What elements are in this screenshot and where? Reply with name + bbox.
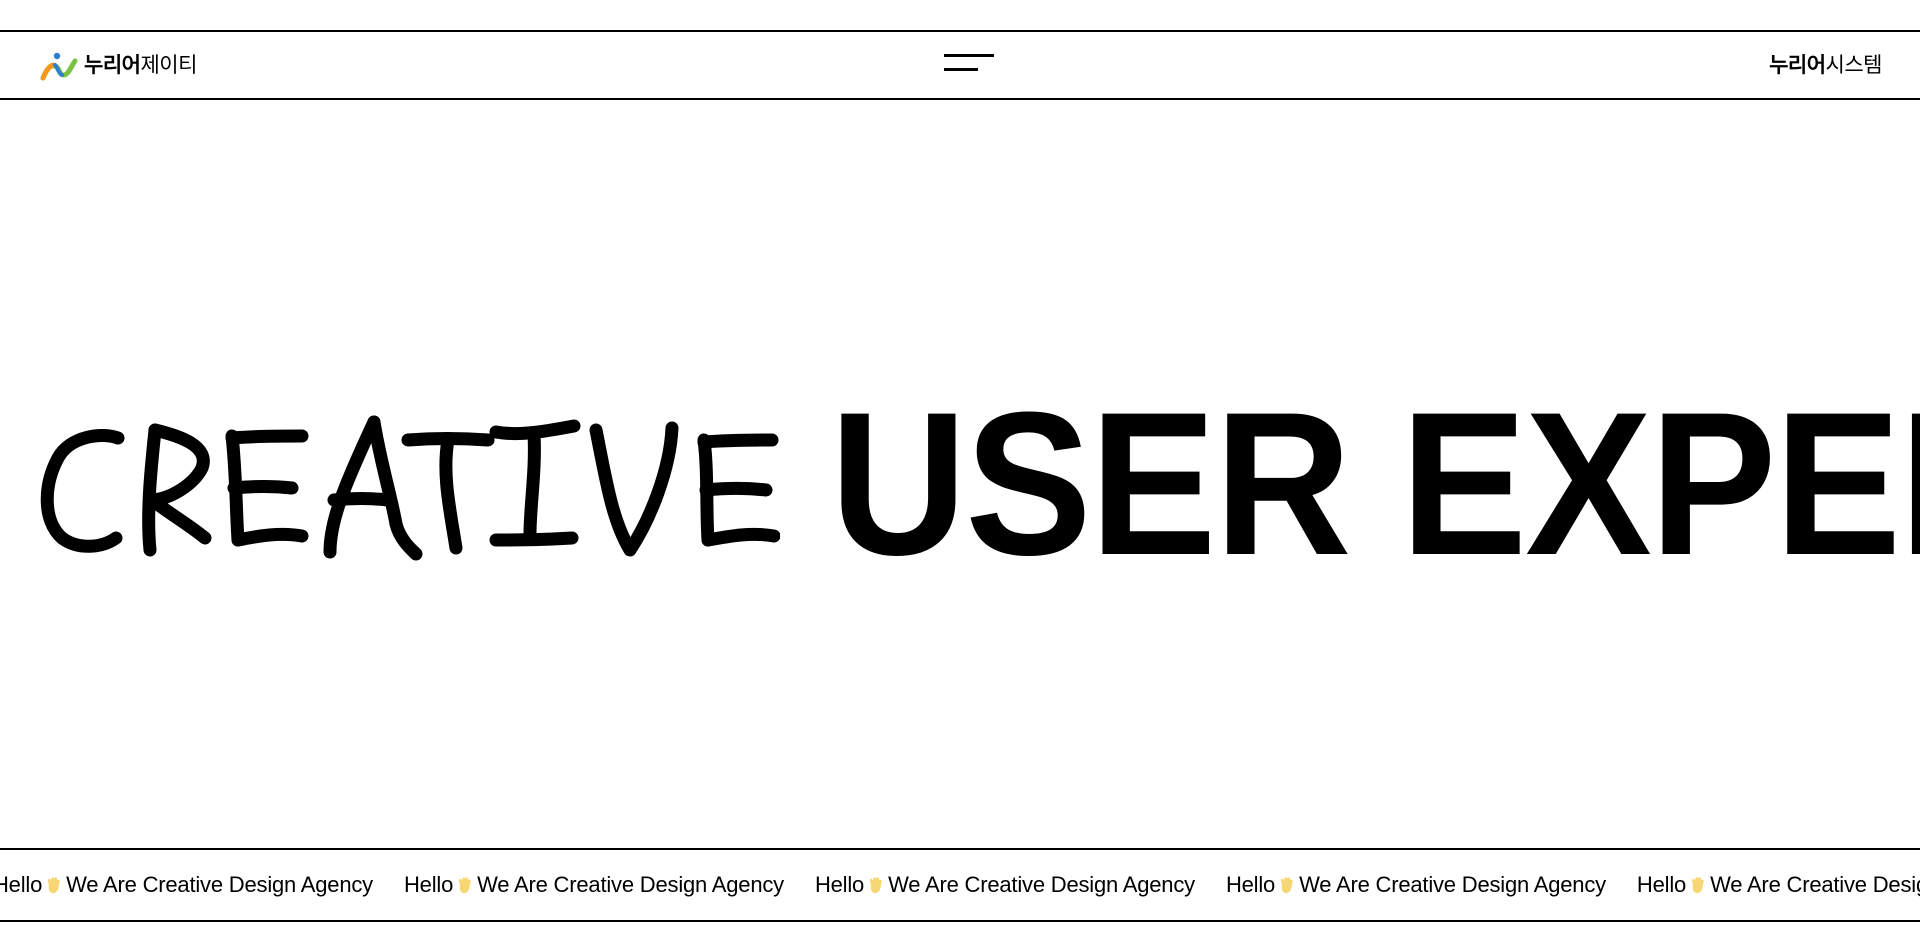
marquee-text: We Are Creative Design Agency xyxy=(1299,872,1606,897)
menu-line-bottom xyxy=(944,68,978,71)
marquee-item: Hello We Are Creative Design Agency xyxy=(815,872,1226,898)
left-brand-bold: 누리어 xyxy=(84,54,141,77)
nurier-system-link[interactable]: 누리어시스템 xyxy=(1769,51,1882,81)
marquee-text: We Are Creative Design Agency xyxy=(66,872,373,897)
waving-hand-icon xyxy=(48,877,60,894)
marquee-text: We Are Creative Design Agency xyxy=(1710,872,1920,897)
menu-line-top xyxy=(944,54,994,57)
site-header: 누리어제이티 누리어시스템 xyxy=(0,30,1920,100)
right-brand-bold: 누리어 xyxy=(1769,54,1826,77)
marquee-hello: Hello xyxy=(0,872,43,897)
marquee-item: Hello We Are Creative Design Agency xyxy=(0,872,404,898)
marquee-text: We Are Creative Design Agency xyxy=(477,872,784,897)
waving-hand-icon xyxy=(1280,877,1293,894)
marquee-item: Hello We Are Creative Design Agency xyxy=(404,872,815,898)
marquee-hello: Hello xyxy=(814,872,865,897)
marquee-banner: Hello We Are Creative Design Agency Hello W… xyxy=(0,848,1920,922)
right-brand-name: 누리어시스템 xyxy=(1769,54,1882,77)
marquee-text: We Are Creative Design Agency xyxy=(888,872,1195,897)
waving-hand-icon xyxy=(870,877,882,894)
hero-handwritten-word xyxy=(40,415,780,561)
hero-section: USER EXPERIENCE xyxy=(0,400,1920,570)
nurier-jt-logo-link[interactable]: 누리어제이티 xyxy=(40,51,197,81)
waving-hand-icon xyxy=(459,877,471,894)
menu-button[interactable] xyxy=(944,54,994,76)
left-brand-name: 누리어제이티 xyxy=(84,51,197,81)
nurier-logo-icon xyxy=(40,52,78,81)
marquee-hello: Hello xyxy=(1225,872,1276,897)
marquee-item: Hello We Are Creative Design Agency xyxy=(1637,872,1920,898)
marquee-track: Hello We Are Creative Design Agency Hello W… xyxy=(0,850,1920,920)
marquee-hello: Hello xyxy=(1636,872,1687,897)
left-brand-light: 제이티 xyxy=(140,54,197,77)
page: 누리어제이티 누리어시스템 USER EXPE ello We Are Crea… xyxy=(0,0,1920,950)
hero-headline: USER EXPERIENCE xyxy=(830,400,1920,570)
waving-hand-icon xyxy=(1691,877,1704,894)
marquee-item: Hello We Are Creative Design Agency xyxy=(1226,872,1637,898)
marquee-hello: Hello xyxy=(403,872,454,897)
right-brand-light: 시스템 xyxy=(1825,54,1883,77)
